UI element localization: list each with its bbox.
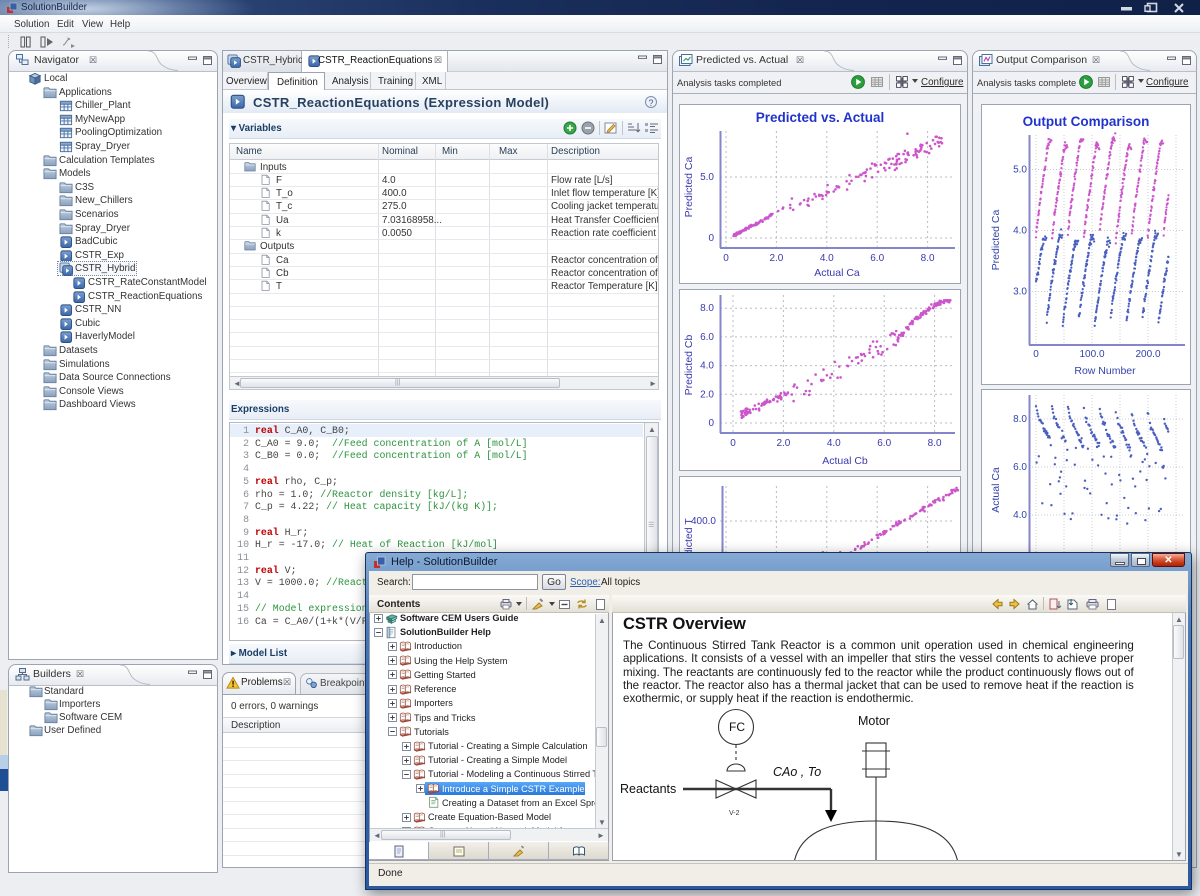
svg-text:Predicted vs. Actual: Predicted vs. Actual [756,110,885,125]
svg-text:4.0: 4.0 [1013,510,1027,521]
svg-text:200.0: 200.0 [1135,349,1160,360]
svg-text:Actual Ca: Actual Ca [814,267,860,279]
svg-text:2.0: 2.0 [700,389,714,400]
svg-text:Motor: Motor [858,714,890,728]
svg-text:8.0: 8.0 [928,438,942,449]
svg-text:Actual Cb: Actual Cb [822,455,868,467]
svg-text:2.0: 2.0 [769,253,783,264]
svg-text:Predicted Ca: Predicted Ca [683,156,695,217]
svg-text:4.0: 4.0 [1013,226,1027,237]
svg-text:8.0: 8.0 [1013,414,1027,425]
svg-text:Output Comparison: Output Comparison [1023,114,1150,129]
svg-text:Predicted Cb: Predicted Cb [683,334,695,395]
svg-text:V-2: V-2 [729,810,740,817]
svg-text:4.0: 4.0 [820,253,834,264]
svg-text:6.0: 6.0 [700,332,714,343]
svg-text:0: 0 [1033,349,1039,360]
svg-text:4.0: 4.0 [827,438,841,449]
svg-text:8.0: 8.0 [700,303,714,314]
svg-text:0: 0 [723,253,729,264]
svg-text:Row Number: Row Number [1074,365,1136,377]
svg-text:CAo , To: CAo , To [773,765,821,779]
svg-text:2.0: 2.0 [776,438,790,449]
svg-text:5.0: 5.0 [1013,165,1027,176]
svg-text:0: 0 [708,418,714,429]
svg-text:Actual Ca: Actual Ca [990,467,1002,513]
svg-text:5.0: 5.0 [700,172,714,183]
svg-text:100.0: 100.0 [1079,349,1104,360]
svg-text:3.0: 3.0 [1013,287,1027,298]
svg-text:8.0: 8.0 [921,253,935,264]
svg-text:0: 0 [708,233,714,244]
svg-text:Predicted Ca: Predicted Ca [990,209,1002,270]
svg-text:6.0: 6.0 [877,438,891,449]
svg-text:6.0: 6.0 [1013,462,1027,473]
svg-text:Reactants: Reactants [620,782,676,796]
svg-text:4.0: 4.0 [700,361,714,372]
svg-text:6.0: 6.0 [870,253,884,264]
svg-text:FC: FC [729,720,745,734]
svg-text:0: 0 [730,438,736,449]
